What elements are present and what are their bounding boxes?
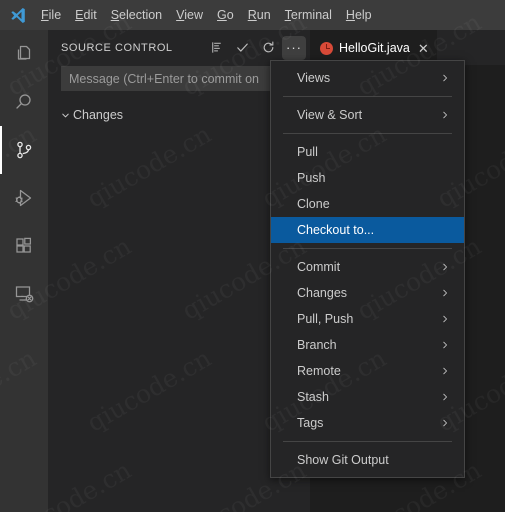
chevron-right-icon (440, 392, 450, 402)
menu-item-label: Branch (297, 338, 337, 352)
menu-item-stash[interactable]: Stash (271, 384, 464, 410)
menu-separator (283, 441, 452, 442)
changes-section-label: Changes (73, 108, 124, 122)
menu-item-label: Pull (297, 145, 318, 159)
chevron-right-icon (440, 314, 450, 324)
extensions-icon (12, 234, 36, 258)
activity-bar-item-source-control[interactable] (0, 126, 48, 174)
activity-bar-item-run-and-debug[interactable] (0, 174, 48, 222)
menubar-item-help[interactable]: Help (339, 0, 379, 30)
menu-item-label: Checkout to... (297, 223, 375, 237)
menubar-mnemonic: F (41, 8, 49, 22)
menubar-item-view[interactable]: View (169, 0, 210, 30)
menubar-mnemonic: H (345, 8, 355, 22)
title-bar: File Edit Selection View Go Run Terminal… (0, 0, 505, 30)
menubar-item-edit[interactable]: Edit (68, 0, 104, 30)
menu-item-label: View & Sort (297, 108, 363, 122)
menu-item-branch[interactable]: Branch (271, 332, 464, 358)
activity-bar-item-explorer[interactable] (0, 30, 48, 78)
ellipsis-icon[interactable]: ··· (282, 35, 306, 60)
search-icon (12, 90, 36, 114)
menu-item-remote[interactable]: Remote (271, 358, 464, 384)
menu-item-label: Commit (297, 260, 341, 274)
chevron-right-icon (440, 366, 450, 376)
menu-item-pull[interactable]: Pull (271, 139, 464, 165)
menubar-mnemonic: R (247, 8, 257, 22)
activity-bar (0, 30, 48, 512)
chevron-right-icon (440, 262, 450, 272)
ellipsis-glyph: ··· (286, 40, 302, 55)
chevron-right-icon (440, 418, 450, 428)
menu-item-label: Views (297, 71, 331, 85)
activity-bar-item-search[interactable] (0, 78, 48, 126)
vscode-logo-icon (0, 0, 34, 30)
menu-item-label: Remote (297, 364, 341, 378)
source-control-context-menu: Views View & Sort Pull Push Clone Checkout to… (270, 60, 465, 478)
editor-tab-label: HelloGit.java (339, 41, 410, 55)
menu-item-label: Pull, Push (297, 312, 354, 326)
chevron-right-icon (440, 73, 450, 83)
menu-item-push[interactable]: Push (271, 165, 464, 191)
menubar-mnemonic: V (176, 8, 185, 22)
menubar-item-go[interactable]: Go (210, 0, 241, 30)
files-icon (12, 42, 36, 66)
menu-item-commit[interactable]: Commit (271, 254, 464, 280)
run-debug-icon (12, 186, 36, 210)
menu-item-changes[interactable]: Changes (271, 280, 464, 306)
menubar-item-file[interactable]: File (34, 0, 68, 30)
menubar-item-terminal[interactable]: Terminal (278, 0, 339, 30)
menubar-item-run[interactable]: Run (241, 0, 278, 30)
refresh-icon[interactable] (256, 36, 280, 60)
menubar-mnemonic: G (217, 8, 227, 22)
commit-message-placeholder: Message (Ctrl+Enter to commit on (69, 71, 259, 86)
chevron-right-icon (440, 110, 450, 120)
source-control-icon (12, 138, 36, 162)
list-view-icon[interactable] (204, 36, 228, 60)
menu-item-checkout-to[interactable]: Checkout to... (271, 217, 464, 243)
menu-item-label: Changes (297, 286, 348, 300)
menu-item-pull-push[interactable]: Pull, Push (271, 306, 464, 332)
close-icon[interactable]: ✕ (418, 42, 429, 55)
activity-bar-item-extensions[interactable] (0, 222, 48, 270)
menubar-item-selection[interactable]: Selection (104, 0, 169, 30)
commit-message-input[interactable]: Message (Ctrl+Enter to commit on (61, 66, 300, 91)
source-control-title: SOURCE CONTROL (61, 41, 173, 54)
menubar-mnemonic: S (110, 8, 120, 22)
check-icon[interactable] (230, 36, 254, 60)
chevron-right-icon (440, 340, 450, 350)
menu-item-clone[interactable]: Clone (271, 191, 464, 217)
menu-separator (283, 133, 452, 134)
menu-item-label: Clone (297, 197, 330, 211)
menubar-mnemonic: T (284, 8, 291, 22)
java-file-icon (320, 41, 333, 55)
remote-explorer-icon (12, 282, 36, 306)
menubar-mnemonic: E (75, 8, 84, 22)
menu-item-label: Tags (297, 416, 324, 430)
menu-item-label: Push (297, 171, 326, 185)
chevron-down-icon (57, 110, 73, 121)
menu-item-show-git-output[interactable]: Show Git Output (271, 447, 464, 473)
menu-item-view-sort[interactable]: View & Sort (271, 102, 464, 128)
menu-item-label: Stash (297, 390, 329, 404)
menu-separator (283, 248, 452, 249)
menu-item-views[interactable]: Views (271, 65, 464, 91)
menu-item-label: Show Git Output (297, 453, 389, 467)
chevron-right-icon (440, 288, 450, 298)
activity-bar-item-remote-explorer[interactable] (0, 270, 48, 318)
menu-separator (283, 96, 452, 97)
menu-item-tags[interactable]: Tags (271, 410, 464, 436)
